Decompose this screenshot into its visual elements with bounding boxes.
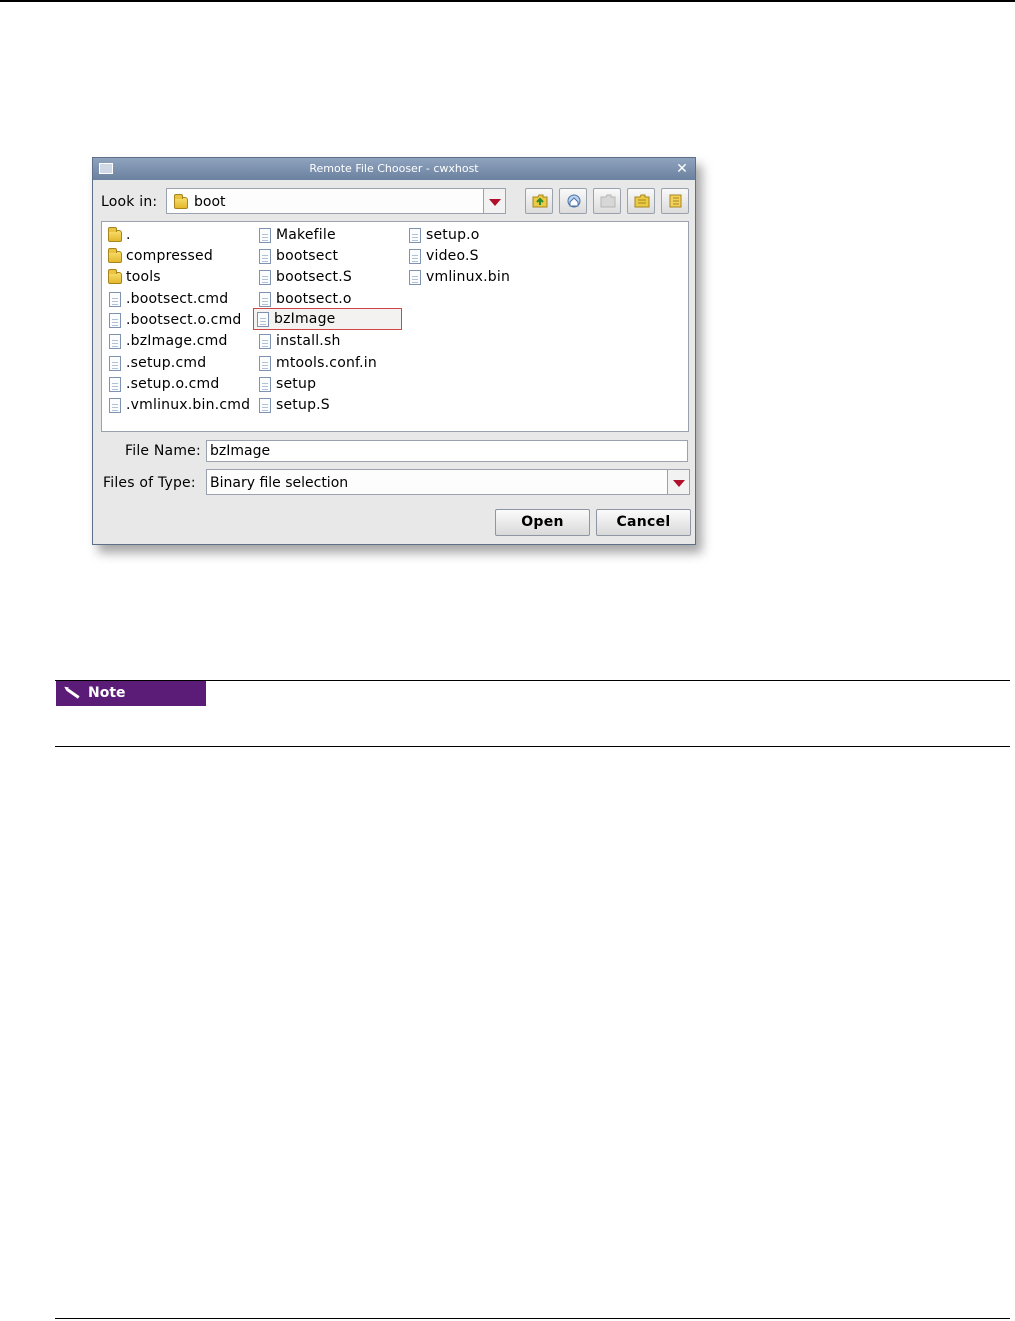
list-item-selected[interactable]: bzImage [253, 308, 402, 330]
list-item[interactable]: .setup.o.cmd [106, 374, 219, 394]
file-icon [259, 334, 271, 349]
folder-icon [108, 227, 122, 242]
note-badge: Note [56, 681, 206, 706]
close-icon[interactable]: ✕ [675, 158, 689, 180]
file-icon [109, 377, 121, 392]
file-icon [259, 377, 271, 392]
details-view-button[interactable] [661, 188, 689, 214]
list-item[interactable]: .bootsect.cmd [106, 289, 228, 309]
list-item[interactable]: vmlinux.bin [406, 267, 510, 287]
file-name-input[interactable]: bzImage [206, 440, 688, 462]
dialog-titlebar[interactable]: Remote File Chooser - cwxhost ✕ [93, 158, 695, 180]
dialog-title: Remote File Chooser - cwxhost [309, 162, 479, 175]
note-bottom-rule [55, 746, 1010, 747]
list-item[interactable]: bootsect.S [256, 267, 352, 287]
list-item[interactable]: compressed [106, 246, 213, 266]
file-icon [259, 356, 271, 371]
chevron-down-icon [673, 480, 685, 487]
list-item[interactable]: setup [256, 374, 316, 394]
file-icon [409, 249, 421, 264]
window-icon[interactable] [99, 163, 113, 174]
file-icon [259, 292, 271, 307]
file-icon [109, 356, 121, 371]
files-of-type-label: Files of Type: [103, 475, 196, 491]
files-of-type-combo[interactable]: Binary file selection [206, 469, 690, 495]
look-in-value: boot [194, 194, 226, 210]
cancel-button[interactable]: Cancel [596, 509, 691, 536]
list-item[interactable]: .bzImage.cmd [106, 331, 228, 351]
list-item[interactable]: mtools.conf.in [256, 353, 377, 373]
files-of-type-value: Binary file selection [210, 475, 349, 491]
file-icon [409, 270, 421, 285]
file-name-label: File Name: [125, 443, 201, 459]
up-folder-icon [532, 194, 548, 208]
list-item[interactable]: .bootsect.o.cmd [106, 310, 242, 330]
list-item[interactable]: bootsect.o [256, 289, 352, 309]
file-list[interactable]: . compressed tools .bootsect.cmd .bootse… [101, 221, 689, 432]
open-button[interactable]: Open [495, 509, 590, 536]
folder-icon [108, 248, 122, 263]
page-bottom-rule [55, 1318, 1010, 1319]
note-label: Note [88, 685, 126, 701]
file-icon [109, 313, 121, 328]
file-icon [409, 228, 421, 243]
list-item[interactable]: tools [106, 267, 161, 287]
look-in-label: Look in: [101, 194, 158, 210]
remote-file-chooser-dialog: Remote File Chooser - cwxhost ✕ Look in:… [92, 157, 696, 545]
page-top-rule [0, 0, 1015, 2]
files-of-type-dropdown-button[interactable] [667, 470, 689, 494]
list-item[interactable]: video.S [406, 246, 479, 266]
chevron-down-icon [489, 199, 501, 206]
folder-icon [174, 194, 188, 209]
list-item[interactable]: setup.o [406, 225, 480, 245]
list-item[interactable]: Makefile [256, 225, 336, 245]
pencil-icon [66, 688, 80, 699]
list-view-icon [634, 194, 650, 208]
look-in-combo[interactable]: boot [166, 188, 506, 214]
folder-icon [108, 269, 122, 284]
file-icon [257, 312, 269, 327]
details-view-icon [669, 194, 682, 208]
file-icon [259, 228, 271, 243]
list-item[interactable]: .vmlinux.bin.cmd [106, 395, 250, 415]
home-icon [567, 194, 581, 208]
look-in-dropdown-button[interactable] [483, 189, 505, 213]
file-icon [109, 398, 121, 413]
home-button[interactable] [559, 188, 587, 214]
file-icon [259, 249, 271, 264]
up-folder-button[interactable] [525, 188, 553, 214]
list-item[interactable]: bootsect [256, 246, 338, 266]
list-item[interactable]: install.sh [256, 331, 341, 351]
list-view-button[interactable] [627, 188, 655, 214]
list-item[interactable]: setup.S [256, 395, 330, 415]
list-item[interactable]: .setup.cmd [106, 353, 206, 373]
file-icon [109, 334, 121, 349]
file-icon [259, 270, 271, 285]
file-icon [259, 398, 271, 413]
new-folder-icon [600, 194, 616, 208]
new-folder-button[interactable] [593, 188, 621, 214]
file-icon [109, 292, 121, 307]
list-item[interactable]: . [106, 225, 131, 245]
